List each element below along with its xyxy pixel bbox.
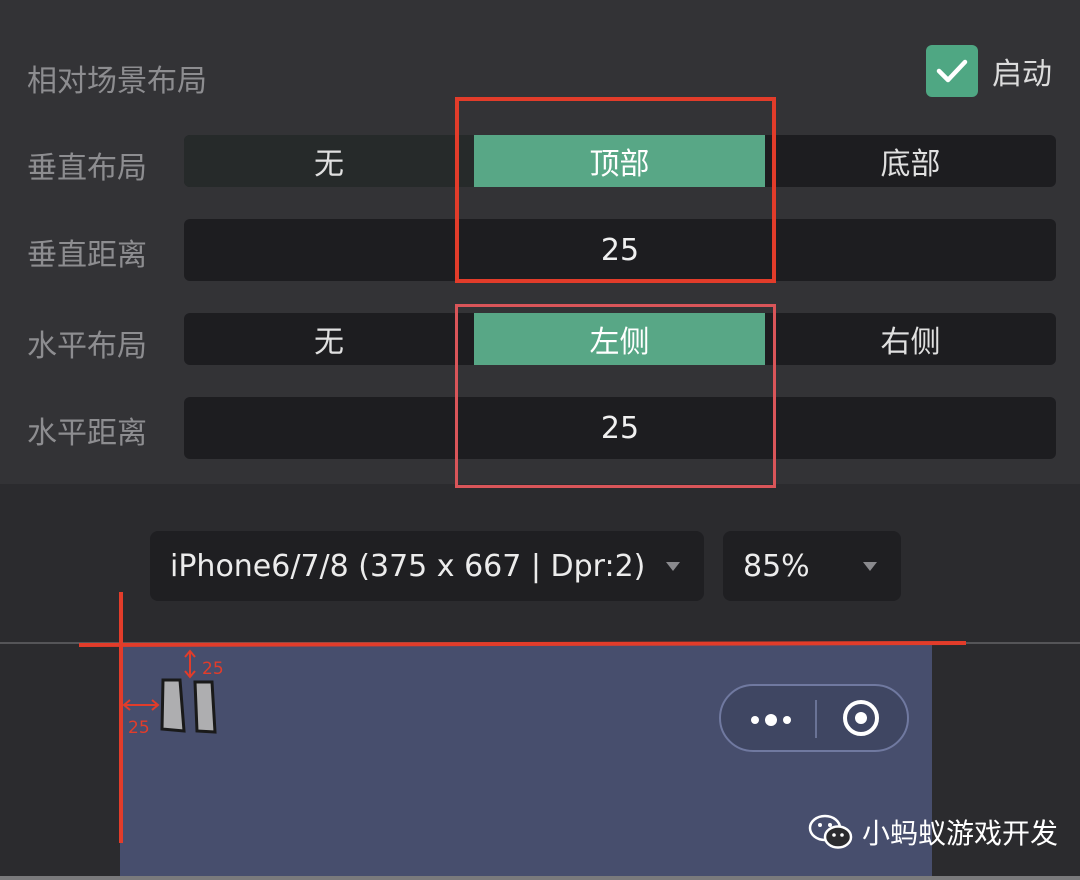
close-target-icon[interactable] (843, 700, 879, 736)
bottom-edge (0, 876, 1080, 880)
chevron-down-icon (666, 562, 680, 571)
section-title: 相对场景布局 (27, 64, 207, 99)
device-select-value: iPhone6/7/8 (375 x 667 | Dpr:2) (170, 548, 646, 584)
enable-label: 启动 (992, 57, 1052, 92)
horizontal-layout-label: 水平布局 (27, 329, 147, 364)
more-icon[interactable] (751, 714, 797, 726)
watermark-text: 小蚂蚁游戏开发 (862, 817, 1059, 850)
annotation-box-horizontal (455, 304, 776, 488)
device-select[interactable]: iPhone6/7/8 (375 x 667 | Dpr:2) (150, 531, 704, 601)
check-icon (936, 59, 968, 83)
horizontal-distance-label: 水平距离 (27, 416, 147, 451)
enable-toggle[interactable]: 启动 (926, 45, 1052, 97)
enable-checkbox[interactable] (926, 45, 978, 97)
horizontal-option-none[interactable]: 无 (184, 313, 474, 365)
zoom-select-value: 85% (743, 548, 810, 584)
zoom-select[interactable]: 85% (723, 531, 901, 601)
wechat-icon (808, 814, 853, 849)
vertical-layout-label: 垂直布局 (27, 151, 147, 186)
vertical-distance-label: 垂直距离 (27, 238, 147, 273)
watermark: 小蚂蚁游戏开发 (808, 812, 1058, 852)
vertical-option-bottom[interactable]: 底部 (765, 135, 1056, 187)
horizontal-option-right[interactable]: 右侧 (765, 313, 1056, 365)
capsule-divider (815, 700, 817, 738)
vertical-option-none[interactable]: 无 (184, 135, 474, 187)
annotation-box-vertical (455, 97, 776, 283)
mini-program-capsule (719, 684, 909, 752)
chevron-down-icon (863, 562, 877, 571)
